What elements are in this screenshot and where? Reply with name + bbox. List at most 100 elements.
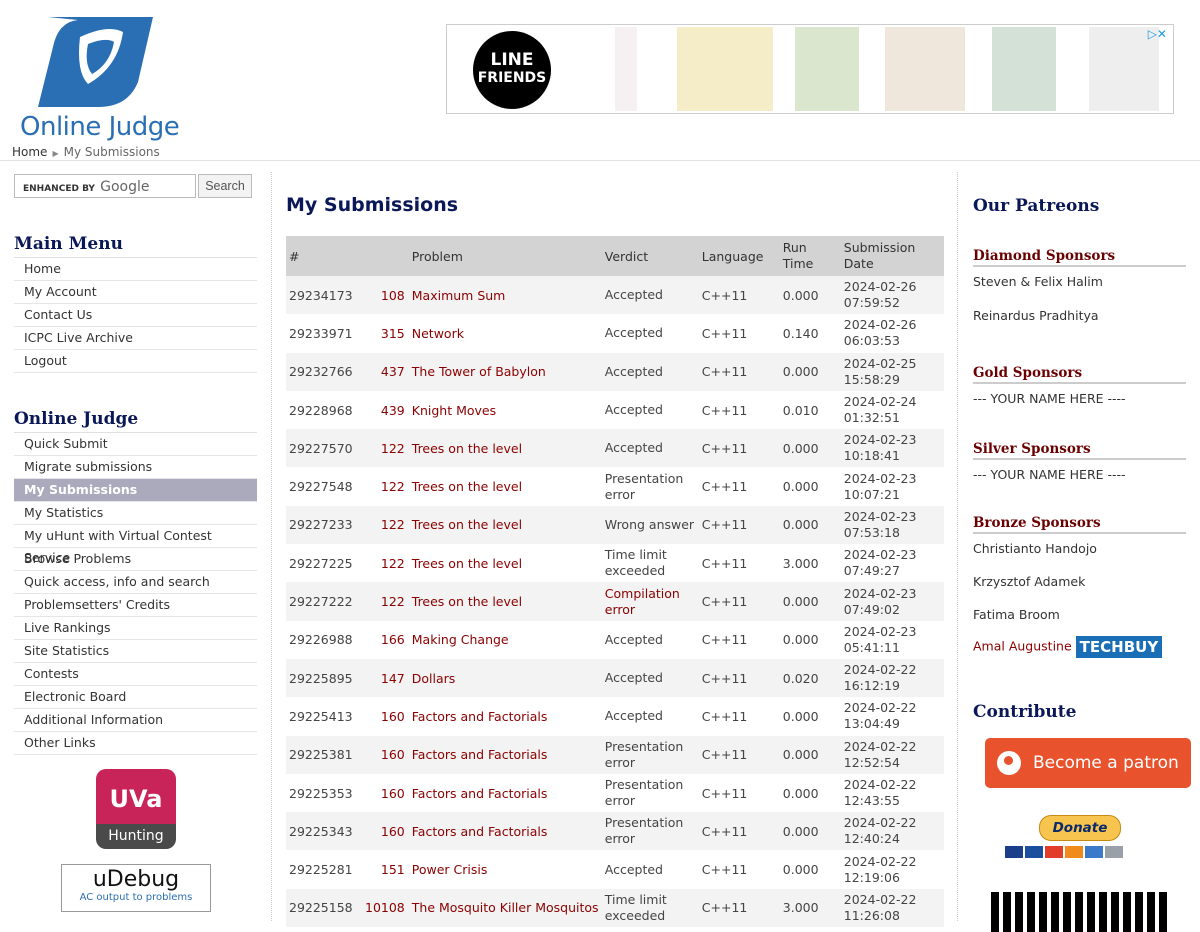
problem-number[interactable]: 151 (362, 850, 409, 889)
problem-number[interactable]: 160 (362, 773, 409, 813)
breadcrumb-home[interactable]: Home (12, 145, 47, 159)
language: C++11 (698, 850, 780, 889)
submission-id: 29227222 (286, 582, 362, 621)
breadcrumb-current: My Submissions (63, 145, 160, 159)
problem-number[interactable]: 122 (362, 544, 409, 583)
submission-id: 29225895 (286, 658, 362, 698)
submission-id: 29225381 (286, 735, 362, 774)
google-logo: Google (100, 179, 150, 195)
ad-product-image[interactable] (677, 27, 773, 111)
verdict[interactable]: Compilation error (601, 582, 699, 621)
sponsor-name: Krzysztof Adamek (973, 574, 1086, 589)
menu-item-home[interactable]: Home (14, 258, 257, 281)
menu-item-problemsetters-credits[interactable]: Problemsetters' Credits (14, 594, 257, 617)
sponsor-name-link[interactable]: Amal Augustine (973, 639, 1072, 654)
problem-number[interactable]: 160 (362, 735, 409, 774)
problem-number[interactable]: 122 (362, 429, 409, 468)
become-patron-button[interactable]: Become a patron (985, 738, 1191, 788)
problem-name[interactable]: Power Crisis (408, 850, 602, 889)
problem-number[interactable]: 147 (362, 658, 409, 698)
verdict: Presentation error (601, 735, 699, 774)
adchoices-icon[interactable]: ▷✕ (1148, 27, 1167, 41)
problem-name[interactable]: Factors and Factorials (408, 735, 602, 774)
problem-name[interactable]: Dollars (408, 658, 602, 698)
table-row: 29232766 437 The Tower of Babylon Accepted C… (286, 352, 944, 391)
problem-name[interactable]: Trees on the level (408, 505, 602, 545)
problem-number[interactable]: 160 (362, 812, 409, 851)
submission-date-day: 2024-02-24 (843, 394, 917, 410)
submission-date-time: 01:32:51 (843, 410, 900, 426)
problem-name[interactable]: The Tower of Babylon (408, 352, 602, 391)
submission-date: 2024-02-24 01:32:51 (840, 390, 944, 430)
column-divider (271, 172, 272, 921)
verdict: Accepted (601, 697, 699, 736)
submission-date-time: 13:04:49 (843, 716, 900, 732)
breadcrumb-arrow-icon: ▶ (52, 149, 59, 158)
table-row: 29225281 151 Power Crisis Accepted C++11 0.00… (286, 850, 944, 889)
sponsor-name: Fatima Broom (973, 607, 1060, 622)
menu-item-icpc-live-archive[interactable]: ICPC Live Archive (14, 327, 257, 350)
menu-item-quick-submit[interactable]: Quick Submit (14, 433, 257, 456)
menu-item-browse-problems[interactable]: Browse Problems (14, 548, 257, 571)
menu-item-contact-us[interactable]: Contact Us (14, 304, 257, 327)
submission-date-time: 10:18:41 (843, 448, 900, 464)
uva-hunting-badge[interactable]: UVa Hunting (96, 769, 176, 849)
problem-name[interactable]: Knight Moves (408, 390, 602, 430)
problem-name[interactable]: Making Change (408, 620, 602, 659)
submissions-table-body: 29234173 108 Maximum Sum Accepted C++11 0.000… (286, 276, 944, 928)
table-row: 29225413 160 Factors and Factorials Accepte… (286, 697, 944, 736)
problem-number[interactable]: 122 (362, 505, 409, 545)
menu-item-uhunt[interactable]: My uHunt with Virtual Contest Service (14, 525, 257, 565)
problem-number[interactable]: 437 (362, 352, 409, 391)
menu-item-site-statistics[interactable]: Site Statistics (14, 640, 257, 663)
become-patron-label: Become a patron (1033, 753, 1179, 773)
ad-product-image[interactable] (795, 27, 859, 111)
problem-number[interactable]: 439 (362, 390, 409, 430)
contribute-title: Contribute (973, 702, 1077, 722)
search-button[interactable]: Search (198, 174, 252, 198)
submission-date-time: 07:53:18 (843, 524, 900, 540)
menu-item-other-links[interactable]: Other Links (14, 732, 257, 755)
problem-number[interactable]: 315 (362, 314, 409, 353)
problem-number[interactable]: 160 (362, 697, 409, 736)
menu-item-my-statistics[interactable]: My Statistics (14, 502, 257, 525)
menu-item-live-rankings[interactable]: Live Rankings (14, 617, 257, 640)
problem-name[interactable]: Trees on the level (408, 582, 602, 621)
ad-product-image[interactable] (615, 27, 637, 111)
menu-item-contests[interactable]: Contests (14, 663, 257, 686)
menu-item-my-submissions[interactable]: My Submissions (14, 479, 257, 502)
problem-name[interactable]: Factors and Factorials (408, 773, 602, 813)
ad-product-image[interactable] (885, 27, 965, 111)
run-time: 0.000 (779, 812, 841, 851)
language: C++11 (698, 888, 780, 928)
problem-number[interactable]: 122 (362, 467, 409, 506)
problem-number[interactable]: 166 (362, 620, 409, 659)
advertisement-banner[interactable]: LINE FRIENDS ▷✕ (446, 24, 1174, 114)
submission-date-day: 2024-02-22 (843, 700, 917, 716)
problem-name[interactable]: Maximum Sum (408, 276, 602, 315)
problem-name[interactable]: Factors and Factorials (408, 812, 602, 851)
problem-number[interactable]: 108 (362, 276, 409, 315)
problem-number[interactable]: 10108 (362, 888, 409, 928)
problem-name[interactable]: Trees on the level (408, 467, 602, 506)
paypal-donate-button[interactable]: Donate (1039, 815, 1121, 841)
menu-item-additional-information[interactable]: Additional Information (14, 709, 257, 732)
problem-number[interactable]: 122 (362, 582, 409, 621)
ad-brand-logo[interactable]: LINE FRIENDS (473, 31, 551, 109)
ad-product-image[interactable] (992, 27, 1056, 111)
menu-item-quick-access[interactable]: Quick access, info and search (14, 571, 257, 594)
problem-name[interactable]: The Mosquito Killer Mosquitos (408, 888, 602, 928)
table-row: 29227548 122 Trees on the level Presentatio… (286, 467, 944, 506)
problem-name[interactable]: Trees on the level (408, 544, 602, 583)
menu-item-migrate-submissions[interactable]: Migrate submissions (14, 456, 257, 479)
problem-name[interactable]: Network (408, 314, 602, 353)
techbuy-logo[interactable]: TECHBUY (1075, 636, 1163, 658)
menu-item-electronic-board[interactable]: Electronic Board (14, 686, 257, 709)
menu-item-my-account[interactable]: My Account (14, 281, 257, 304)
problem-name[interactable]: Factors and Factorials (408, 697, 602, 736)
menu-item-logout[interactable]: Logout (14, 350, 257, 373)
search-input[interactable]: ENHANCED BY Google (14, 174, 196, 198)
udebug-badge[interactable]: uDebug AC output to problems (61, 864, 211, 912)
problem-name[interactable]: Trees on the level (408, 429, 602, 468)
verdict: Accepted (601, 658, 699, 698)
